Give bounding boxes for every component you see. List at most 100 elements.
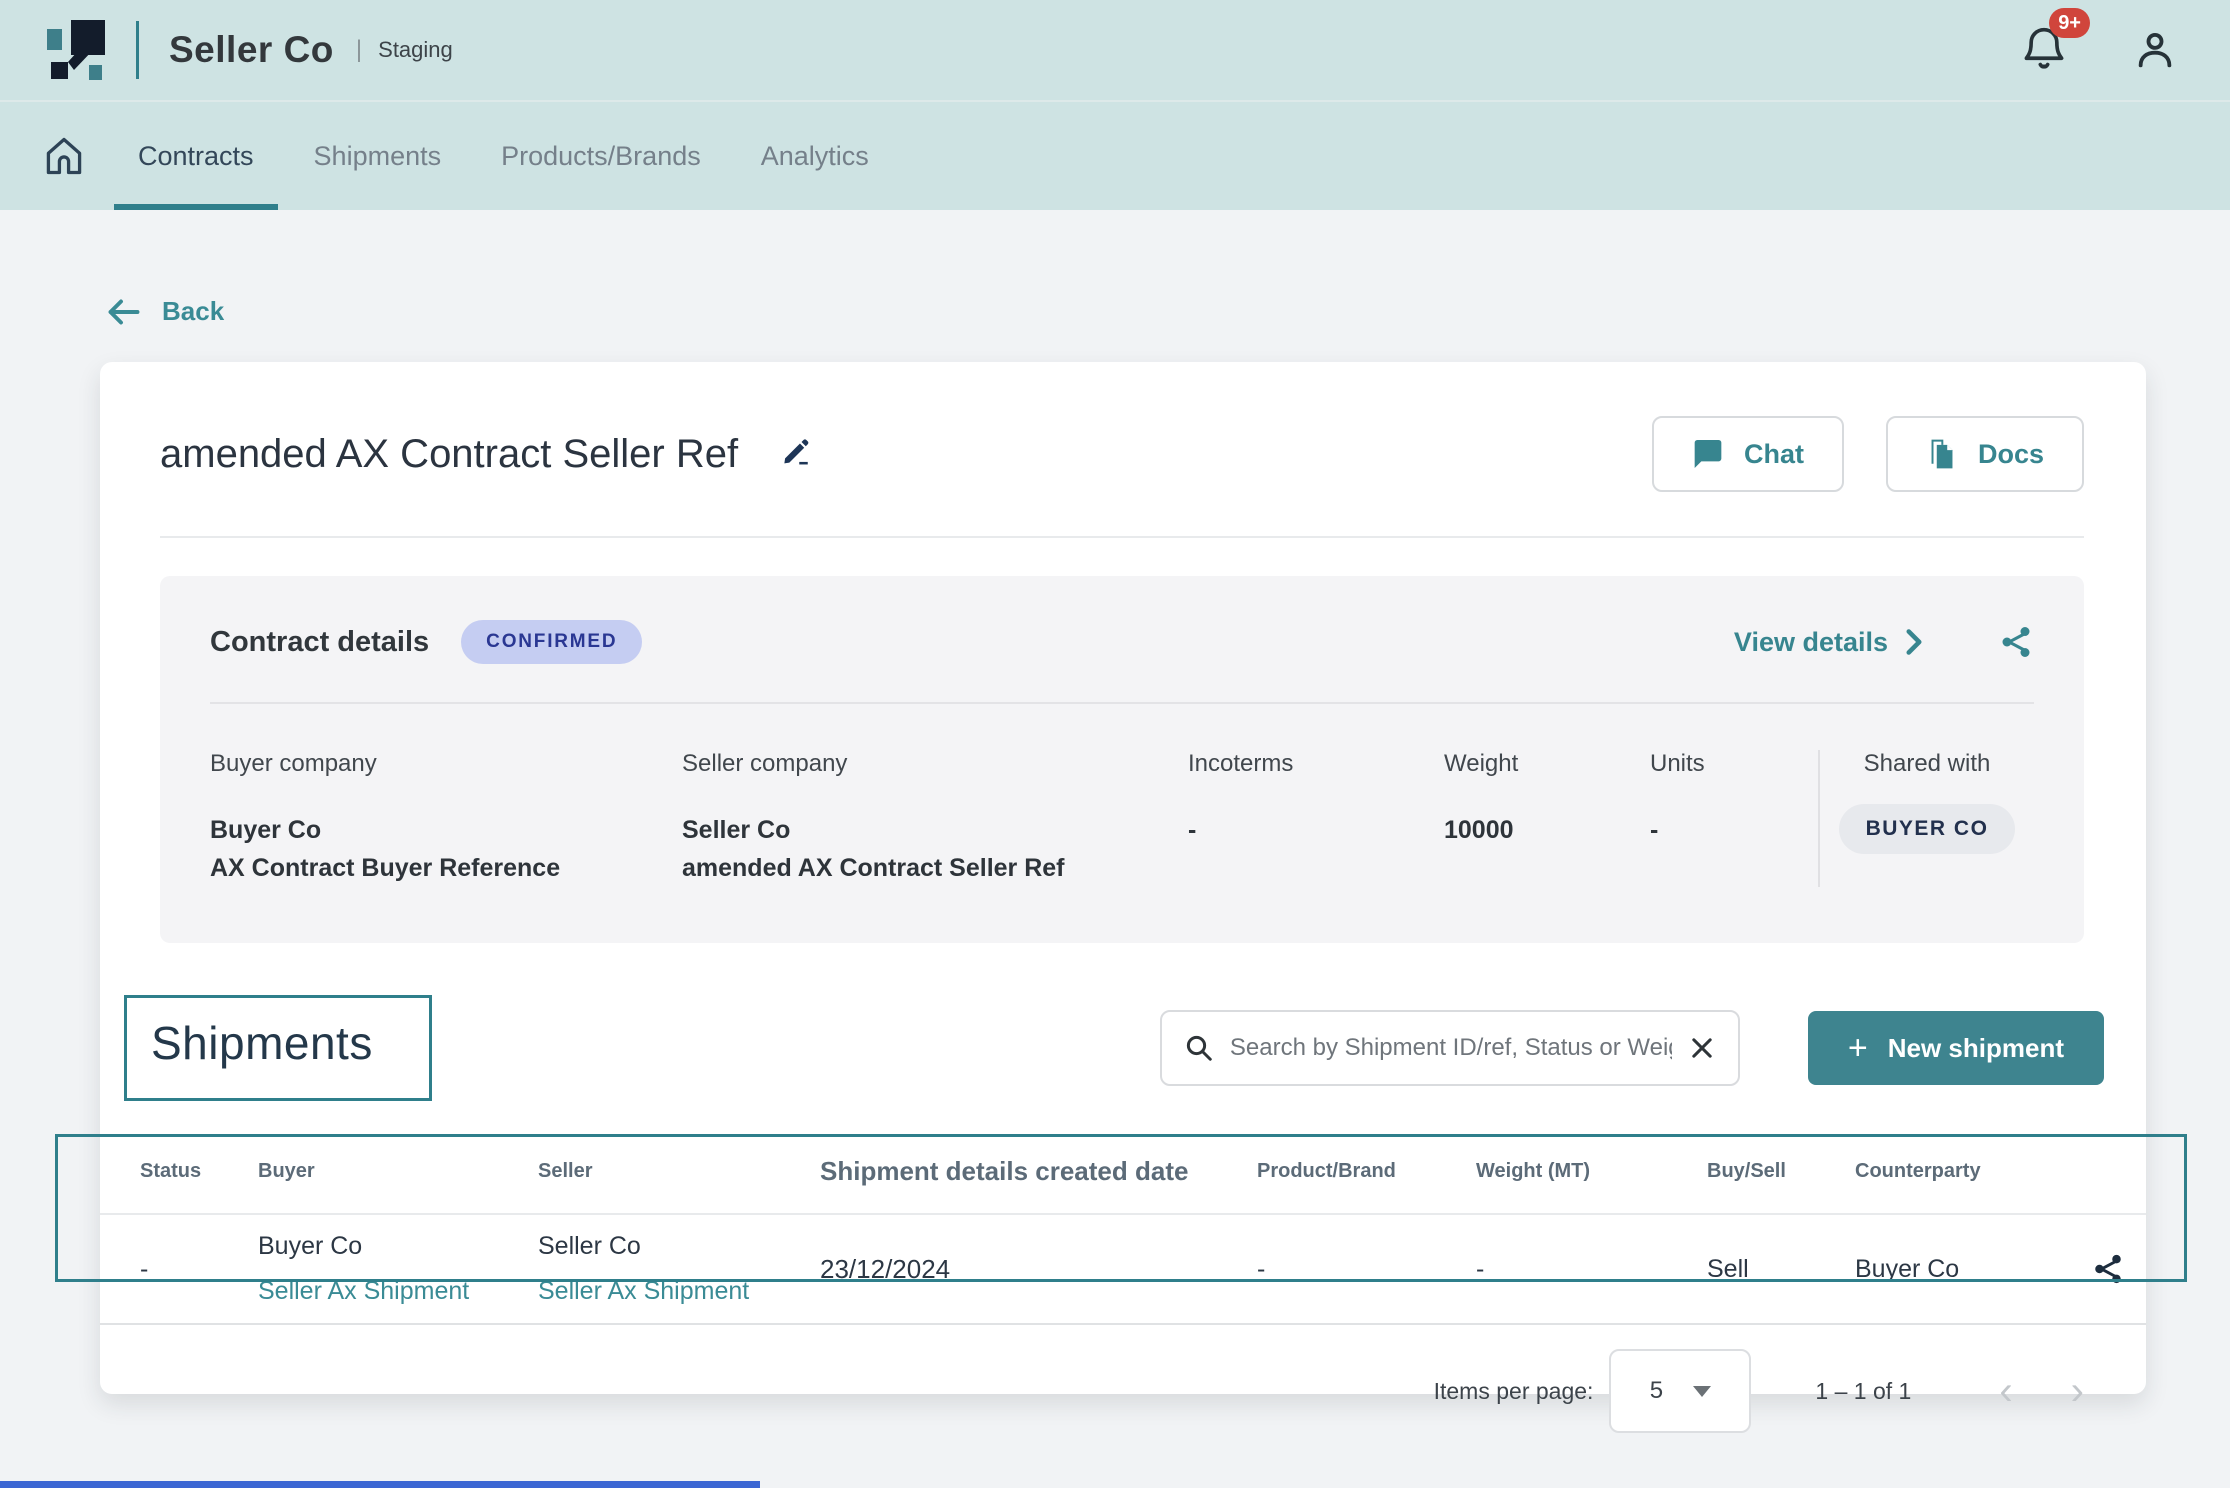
- title-divider: [160, 536, 2084, 538]
- notifications-button[interactable]: 9+: [2022, 24, 2066, 77]
- shipment-search-field[interactable]: [1160, 1010, 1740, 1086]
- shared-with-label: Shared with: [1820, 750, 2034, 778]
- field-seller-company: Seller company Seller Co amended AX Cont…: [682, 750, 1188, 887]
- weight-value: 10000: [1444, 812, 1630, 850]
- share-icon: [2091, 1252, 2125, 1286]
- account-button[interactable]: [2132, 27, 2178, 73]
- tab-contracts-label: Contracts: [138, 141, 254, 172]
- clear-search-button[interactable]: [1688, 1034, 1716, 1062]
- tab-products-brands[interactable]: Products/Brands: [471, 102, 731, 210]
- next-page-button[interactable]: ›: [2071, 1371, 2084, 1411]
- back-label: Back: [162, 296, 224, 327]
- buyer-company-name: Buyer Co: [210, 812, 662, 850]
- nav-home-button[interactable]: [20, 102, 108, 210]
- cell-created-date: 23/12/2024: [820, 1254, 1257, 1285]
- field-label: Seller company: [682, 750, 1168, 778]
- environment-label: Staging: [378, 37, 453, 63]
- app-screen: Seller Co | Staging 9+ Contracts: [0, 0, 2230, 1488]
- field-weight: Weight 10000: [1444, 750, 1650, 887]
- docs-button[interactable]: Docs: [1886, 416, 2084, 492]
- field-label: Buyer company: [210, 750, 662, 778]
- chevron-right-icon: [1904, 628, 1924, 656]
- seller-name: Seller Co: [538, 1232, 820, 1261]
- column-header-counterparty: Counterparty: [1855, 1160, 2070, 1183]
- items-per-page-value: 5: [1650, 1377, 1663, 1405]
- close-icon: [1688, 1034, 1716, 1062]
- home-icon: [42, 134, 86, 178]
- notification-count-badge: 9+: [2049, 8, 2090, 38]
- field-label: Incoterms: [1188, 750, 1424, 778]
- share-contract-button[interactable]: [1998, 624, 2034, 660]
- items-per-page-select[interactable]: 5: [1609, 1349, 1751, 1433]
- person-icon: [2132, 27, 2178, 73]
- field-label: Weight: [1444, 750, 1630, 778]
- buyer-name: Buyer Co: [258, 1232, 538, 1261]
- pagination-range: 1 – 1 of 1: [1815, 1378, 1911, 1405]
- chat-button-label: Chat: [1744, 439, 1804, 470]
- field-buyer-company: Buyer company Buyer Co AX Contract Buyer…: [210, 750, 682, 887]
- units-value: -: [1650, 812, 1798, 850]
- back-button[interactable]: Back: [106, 296, 224, 327]
- docs-button-label: Docs: [1978, 439, 2044, 470]
- status-badge: CONFIRMED: [461, 620, 642, 664]
- cell-buyer: Buyer Co Seller Ax Shipment: [258, 1232, 538, 1306]
- chat-button[interactable]: Chat: [1652, 416, 1844, 492]
- company-logo-icon: [44, 18, 108, 82]
- share-icon: [1998, 624, 2034, 660]
- column-header-seller: Seller: [538, 1160, 820, 1183]
- main-nav: Contracts Shipments Products/Brands Anal…: [0, 100, 2230, 210]
- env-separator: |: [356, 36, 362, 64]
- tab-shipments[interactable]: Shipments: [284, 102, 472, 210]
- chat-icon: [1692, 439, 1724, 469]
- tab-shipments-label: Shipments: [314, 141, 442, 172]
- buyer-shipment-link[interactable]: Seller Ax Shipment: [258, 1277, 538, 1306]
- previous-page-button[interactable]: ‹: [1999, 1371, 2012, 1411]
- cell-seller: Seller Co Seller Ax Shipment: [538, 1232, 820, 1306]
- column-header-product: Product/Brand: [1257, 1160, 1476, 1183]
- docs-icon: [1926, 437, 1958, 471]
- seller-shipment-link[interactable]: Seller Ax Shipment: [538, 1277, 820, 1306]
- edit-title-button[interactable]: [778, 435, 812, 474]
- contract-title: amended AX Contract Seller Ref: [160, 432, 738, 477]
- panel-title: Contract details: [210, 626, 429, 659]
- view-details-link[interactable]: View details: [1734, 627, 1924, 658]
- column-header-status: Status: [140, 1160, 258, 1183]
- cell-status: -: [140, 1255, 258, 1284]
- arrow-left-icon: [106, 297, 142, 327]
- column-header-buyer: Buyer: [258, 1160, 538, 1183]
- company-name: Seller Co: [169, 29, 334, 71]
- bottom-blue-bar: [0, 1481, 760, 1488]
- table-row[interactable]: - Buyer Co Seller Ax Shipment Seller Co …: [100, 1213, 2146, 1325]
- contract-card: amended AX Contract Seller Ref Chat: [100, 362, 2146, 1394]
- new-shipment-label: New shipment: [1888, 1033, 2064, 1064]
- search-icon: [1184, 1033, 1214, 1063]
- cell-counterparty: Buyer Co: [1855, 1255, 2070, 1284]
- items-per-page-label: Items per page:: [1434, 1378, 1594, 1405]
- panel-divider: [210, 702, 2034, 704]
- plus-icon: +: [1848, 1031, 1868, 1065]
- view-details-label: View details: [1734, 627, 1888, 658]
- card-header: amended AX Contract Seller Ref Chat: [100, 362, 2146, 492]
- share-shipment-button[interactable]: [2091, 1252, 2125, 1286]
- table-header-row: Status Buyer Seller Shipment details cre…: [100, 1145, 2146, 1197]
- logo-divider: [136, 21, 139, 79]
- cell-buy-sell: Sell: [1707, 1255, 1855, 1284]
- pencil-icon: [778, 435, 812, 469]
- search-input[interactable]: [1230, 1034, 1672, 1062]
- tab-analytics[interactable]: Analytics: [731, 102, 899, 210]
- shipments-toolbar: Shipments + New shipment: [124, 995, 2104, 1101]
- shared-with-chip: BUYER CO: [1839, 804, 2016, 854]
- new-shipment-button[interactable]: + New shipment: [1808, 1011, 2104, 1085]
- seller-contract-reference: amended AX Contract Seller Ref: [682, 850, 1168, 888]
- chevron-down-icon: [1693, 1386, 1711, 1397]
- field-label: Units: [1650, 750, 1798, 778]
- cell-product: -: [1257, 1255, 1476, 1284]
- cell-weight: -: [1476, 1255, 1707, 1284]
- column-header-weight: Weight (MT): [1476, 1160, 1707, 1183]
- tab-contracts[interactable]: Contracts: [108, 102, 284, 210]
- shipments-heading: Shipments: [151, 1017, 373, 1069]
- incoterms-value: -: [1188, 812, 1424, 850]
- pagination-bar: Items per page: 5 1 – 1 of 1 ‹ ›: [100, 1349, 2084, 1433]
- tab-products-brands-label: Products/Brands: [501, 141, 701, 172]
- field-units: Units -: [1650, 750, 1818, 887]
